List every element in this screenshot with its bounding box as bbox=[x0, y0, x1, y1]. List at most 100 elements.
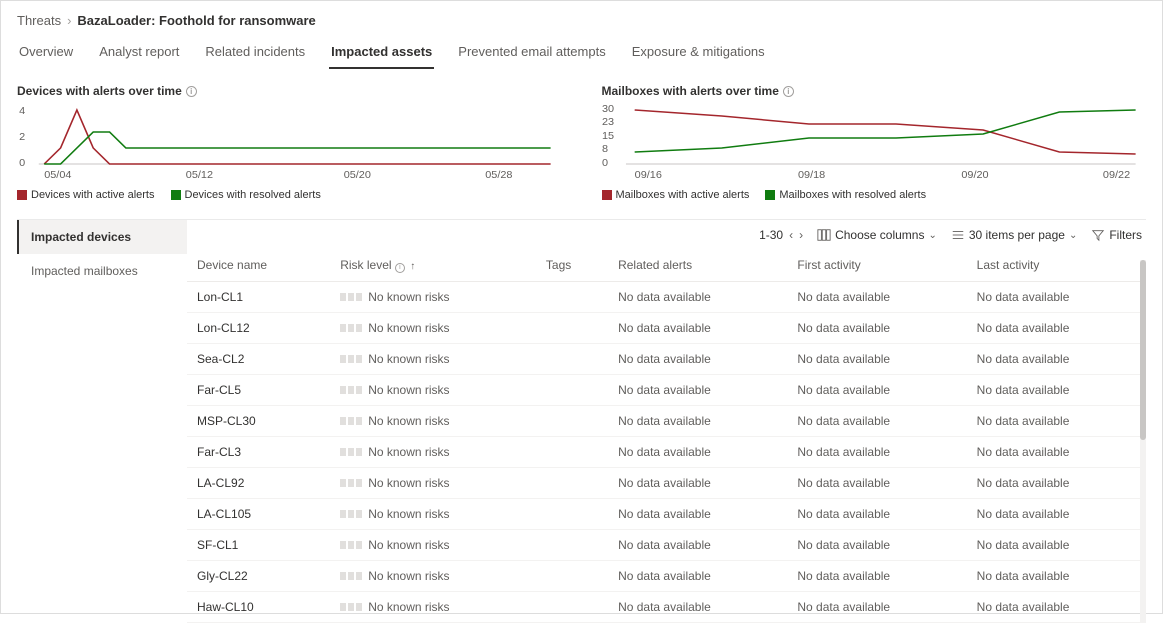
cell-device-name: LA-CL92 bbox=[187, 467, 330, 498]
cell-tags bbox=[536, 374, 608, 405]
cell-tags bbox=[536, 405, 608, 436]
devices-table: Device name Risk level i ↑ Tags Related … bbox=[187, 250, 1146, 623]
info-icon[interactable]: i bbox=[783, 86, 794, 97]
side-tab-impacted-mailboxes[interactable]: Impacted mailboxes bbox=[17, 254, 187, 288]
cell-last-activity: No data available bbox=[967, 343, 1146, 374]
svg-text:09/18: 09/18 bbox=[798, 170, 825, 181]
scrollbar-thumb[interactable] bbox=[1140, 260, 1146, 440]
cell-device-name: Sea-CL2 bbox=[187, 343, 330, 374]
cell-tags bbox=[536, 312, 608, 343]
tab-impacted-assets[interactable]: Impacted assets bbox=[329, 38, 434, 69]
tab-prevented-email[interactable]: Prevented email attempts bbox=[456, 38, 607, 69]
table-row[interactable]: LA-CL105No known risksNo data availableN… bbox=[187, 498, 1146, 529]
cell-last-activity: No data available bbox=[967, 591, 1146, 622]
cell-related-alerts: No data available bbox=[608, 312, 787, 343]
table-row[interactable]: Haw-CL10No known risksNo data availableN… bbox=[187, 591, 1146, 622]
risk-bars-icon bbox=[340, 324, 362, 332]
risk-bars-icon bbox=[340, 541, 362, 549]
swatch-resolved-icon bbox=[171, 190, 181, 200]
chart-mailboxes-plot: 30 23 15 8 0 09/16 09/18 09/20 09/22 bbox=[602, 102, 1147, 182]
swatch-active-icon bbox=[602, 190, 612, 200]
cell-risk-level: No known risks bbox=[330, 560, 536, 591]
swatch-active-icon bbox=[17, 190, 27, 200]
svg-text:30: 30 bbox=[602, 104, 614, 115]
cell-first-activity: No data available bbox=[787, 498, 966, 529]
cell-first-activity: No data available bbox=[787, 312, 966, 343]
info-icon[interactable]: i bbox=[395, 263, 405, 273]
col-related-alerts[interactable]: Related alerts bbox=[608, 250, 787, 281]
svg-text:05/20: 05/20 bbox=[344, 170, 371, 181]
main-tabs: Overview Analyst report Related incident… bbox=[17, 38, 1146, 70]
table-row[interactable]: Gly-CL22No known risksNo data availableN… bbox=[187, 560, 1146, 591]
breadcrumb-parent[interactable]: Threats bbox=[17, 13, 61, 28]
tab-related-incidents[interactable]: Related incidents bbox=[203, 38, 307, 69]
risk-bars-icon bbox=[340, 572, 362, 580]
table-row[interactable]: MSP-CL30No known risksNo data availableN… bbox=[187, 405, 1146, 436]
cell-related-alerts: No data available bbox=[608, 343, 787, 374]
side-tab-impacted-devices[interactable]: Impacted devices bbox=[17, 220, 187, 254]
cell-related-alerts: No data available bbox=[608, 281, 787, 312]
cell-first-activity: No data available bbox=[787, 343, 966, 374]
items-per-page-button[interactable]: 30 items per page ⌄ bbox=[951, 228, 1077, 242]
cell-risk-level: No known risks bbox=[330, 498, 536, 529]
table-row[interactable]: SF-CL1No known risksNo data availableNo … bbox=[187, 529, 1146, 560]
filters-button[interactable]: Filters bbox=[1091, 228, 1142, 242]
tab-overview[interactable]: Overview bbox=[17, 38, 75, 69]
cell-device-name: Lon-CL12 bbox=[187, 312, 330, 343]
cell-last-activity: No data available bbox=[967, 436, 1146, 467]
breadcrumb-current: BazaLoader: Foothold for ransomware bbox=[77, 13, 315, 28]
legend-mailboxes-active: Mailboxes with active alerts bbox=[602, 189, 750, 201]
cell-last-activity: No data available bbox=[967, 560, 1146, 591]
cell-tags bbox=[536, 591, 608, 622]
chevron-right-icon: › bbox=[67, 13, 71, 28]
info-icon[interactable]: i bbox=[186, 86, 197, 97]
cell-tags bbox=[536, 436, 608, 467]
col-risk-level[interactable]: Risk level i ↑ bbox=[330, 250, 536, 281]
chevron-down-icon: ⌄ bbox=[1069, 230, 1077, 241]
chevron-down-icon: ⌄ bbox=[928, 230, 936, 241]
cell-device-name: LA-CL105 bbox=[187, 498, 330, 529]
tab-exposure[interactable]: Exposure & mitigations bbox=[630, 38, 767, 69]
cell-related-alerts: No data available bbox=[608, 436, 787, 467]
col-device-name[interactable]: Device name bbox=[187, 250, 330, 281]
cell-last-activity: No data available bbox=[967, 374, 1146, 405]
risk-bars-icon bbox=[340, 479, 362, 487]
svg-text:05/12: 05/12 bbox=[186, 170, 213, 181]
legend-mailboxes-resolved: Mailboxes with resolved alerts bbox=[765, 189, 926, 201]
cell-device-name: Far-CL5 bbox=[187, 374, 330, 405]
cell-first-activity: No data available bbox=[787, 591, 966, 622]
cell-tags bbox=[536, 281, 608, 312]
cell-first-activity: No data available bbox=[787, 529, 966, 560]
choose-columns-button[interactable]: Choose columns ⌄ bbox=[817, 228, 937, 242]
cell-first-activity: No data available bbox=[787, 374, 966, 405]
tab-analyst-report[interactable]: Analyst report bbox=[97, 38, 181, 69]
cell-related-alerts: No data available bbox=[608, 467, 787, 498]
cell-tags bbox=[536, 467, 608, 498]
cell-device-name: Lon-CL1 bbox=[187, 281, 330, 312]
cell-related-alerts: No data available bbox=[608, 405, 787, 436]
risk-bars-icon bbox=[340, 510, 362, 518]
cell-last-activity: No data available bbox=[967, 405, 1146, 436]
cell-first-activity: No data available bbox=[787, 436, 966, 467]
cell-first-activity: No data available bbox=[787, 560, 966, 591]
cell-device-name: SF-CL1 bbox=[187, 529, 330, 560]
next-page-icon[interactable]: › bbox=[799, 228, 803, 242]
table-row[interactable]: Lon-CL12No known risksNo data availableN… bbox=[187, 312, 1146, 343]
cell-first-activity: No data available bbox=[787, 467, 966, 498]
table-row[interactable]: Far-CL5No known risksNo data availableNo… bbox=[187, 374, 1146, 405]
col-tags[interactable]: Tags bbox=[536, 250, 608, 281]
table-row[interactable]: Lon-CL1No known risksNo data availableNo… bbox=[187, 281, 1146, 312]
page-range: 1-30 bbox=[759, 228, 783, 242]
cell-tags bbox=[536, 343, 608, 374]
table-row[interactable]: LA-CL92No known risksNo data availableNo… bbox=[187, 467, 1146, 498]
prev-page-icon[interactable]: ‹ bbox=[789, 228, 793, 242]
col-first-activity[interactable]: First activity bbox=[787, 250, 966, 281]
table-row[interactable]: Sea-CL2No known risksNo data availableNo… bbox=[187, 343, 1146, 374]
legend-devices-active: Devices with active alerts bbox=[17, 189, 155, 201]
svg-text:09/20: 09/20 bbox=[961, 170, 988, 181]
risk-bars-icon bbox=[340, 603, 362, 611]
table-row[interactable]: Far-CL3No known risksNo data availableNo… bbox=[187, 436, 1146, 467]
risk-bars-icon bbox=[340, 417, 362, 425]
cell-last-activity: No data available bbox=[967, 529, 1146, 560]
col-last-activity[interactable]: Last activity bbox=[967, 250, 1146, 281]
